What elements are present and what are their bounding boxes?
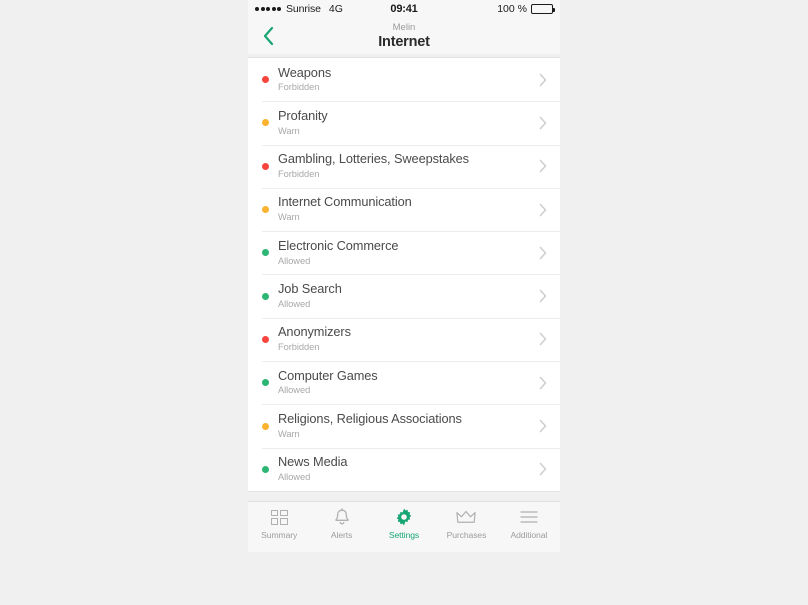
list-item-title: Profanity [278,107,328,123]
back-button[interactable] [258,24,280,48]
list-item-title: Electronic Commerce [278,237,399,253]
status-dot-icon [262,162,269,170]
status-dot-icon [262,119,269,127]
list-item[interactable]: Gambling, Lotteries, Sweepstakes Forbidde… [248,144,560,188]
list-item[interactable]: Weapons Forbidden [248,58,560,102]
tab-alerts[interactable]: Alerts [310,508,372,540]
chevron-right-icon [536,332,550,346]
list-item-title: Computer Games [278,367,378,383]
list-item-text: Anonymizers Forbidden [278,326,536,352]
hamburger-icon [520,511,538,523]
list-item[interactable]: Profanity Warn [248,101,560,145]
chevron-right-icon [536,116,550,130]
chevron-right-icon [536,462,550,476]
list-item-text: Weapons Forbidden [278,64,536,93]
tab-label: Alerts [330,530,353,540]
profile-name: Melin [392,21,416,33]
tab-summary[interactable]: Summary [248,508,310,540]
list-item[interactable]: News Media Allowed [248,447,560,491]
list-item[interactable]: Internet Communication Warn [248,187,560,232]
list-item-text: Religions, Religious Associations Warn [278,410,536,439]
status-dot-icon [262,422,269,430]
status-bar: Sunrise 4G 09:41 100 % [248,0,560,18]
status-dot-icon [262,465,269,473]
chevron-right-icon [536,73,550,87]
list-item[interactable]: Religions, Religious Associations Warn [248,404,560,448]
grid-icon-wrap [270,508,288,526]
gear-icon-wrap [395,508,413,526]
bell-icon-wrap [334,508,350,526]
tab-label: Settings [388,530,420,540]
list-item-title: Anonymizers [278,324,351,340]
chevron-right-icon [536,376,550,390]
crown-icon-wrap [456,508,477,526]
tab-additional[interactable]: Additional [498,508,560,540]
tab-settings[interactable]: Settings [373,508,435,540]
list-item-title: Gambling, Lotteries, Sweepstakes [278,151,469,167]
list-item-text: Internet Communication Warn [278,196,536,222]
tab-purchases[interactable]: Purchases [435,508,497,540]
list-item-text: Computer Games Allowed [278,367,536,396]
list-item[interactable]: Electronic Commerce Allowed [248,231,560,275]
tab-label: Purchases [446,530,487,540]
list-item-title: Religions, Religious Associations [278,410,462,426]
category-list: Weapons Forbidden Profanity Warn Gambling, L… [248,57,560,492]
list-item-status: Forbidden [278,82,320,93]
list-item-status: Warn [278,428,300,439]
hamburger-icon-wrap [520,508,538,526]
status-dot-icon [262,379,269,387]
list-item-title: Job Search [278,281,342,297]
tab-label: Additional [510,530,548,540]
status-dot-icon [262,76,269,84]
list-item-status: Forbidden [278,168,320,179]
list-item-title: Internet Communication [278,194,412,210]
list-item-text: Job Search Allowed [278,281,536,309]
category-list-container: Weapons Forbidden Profanity Warn Gambling, L… [248,54,560,495]
page-title: Internet [378,34,430,50]
battery-icon [531,4,555,14]
list-item-text: Profanity Warn [278,107,536,136]
tab-bar-container: Summary Alerts Settings Purchases Additional [248,495,560,549]
list-item[interactable]: Computer Games Allowed [248,361,560,405]
navigation-bar: Melin Internet [248,18,560,54]
tab-label: Summary [261,530,298,540]
list-item-status: Allowed [278,298,311,309]
bell-icon [334,508,349,525]
gear-icon [396,508,412,526]
list-item-status: Allowed [278,472,311,483]
list-item-text: News Media Allowed [278,454,536,483]
status-dot-icon [262,249,269,257]
chevron-right-icon [536,246,550,260]
chevron-left-icon [263,26,274,46]
crown-icon [456,510,477,523]
list-item-title: Weapons [278,64,332,80]
list-item-status: Allowed [278,255,311,266]
chevron-right-icon [536,159,550,173]
list-item-status: Warn [278,125,300,136]
list-item-text: Electronic Commerce Allowed [278,237,536,266]
status-bar-clock: 09:41 [390,3,418,15]
chevron-right-icon [536,203,550,217]
list-item-title: News Media [278,454,348,470]
list-item[interactable]: Job Search Allowed [248,274,560,318]
list-item-status: Warn [278,212,300,223]
status-dot-icon [262,292,269,300]
chevron-right-icon [536,419,550,433]
list-item[interactable]: Anonymizers Forbidden [248,317,560,362]
list-item-text: Gambling, Lotteries, Sweepstakes Forbidde… [278,151,536,179]
list-item-status: Allowed [278,385,311,396]
phone-screen: Sunrise 4G 09:41 100 % Melin Internet We… [248,0,560,552]
status-dot-icon [262,206,269,214]
grid-icon [270,509,288,525]
chevron-right-icon [536,289,550,303]
tab-bar: Summary Alerts Settings Purchases Additional [248,501,560,549]
list-item-status: Forbidden [278,342,320,353]
status-dot-icon [262,335,269,343]
navigation-titles: Melin Internet [248,21,560,50]
